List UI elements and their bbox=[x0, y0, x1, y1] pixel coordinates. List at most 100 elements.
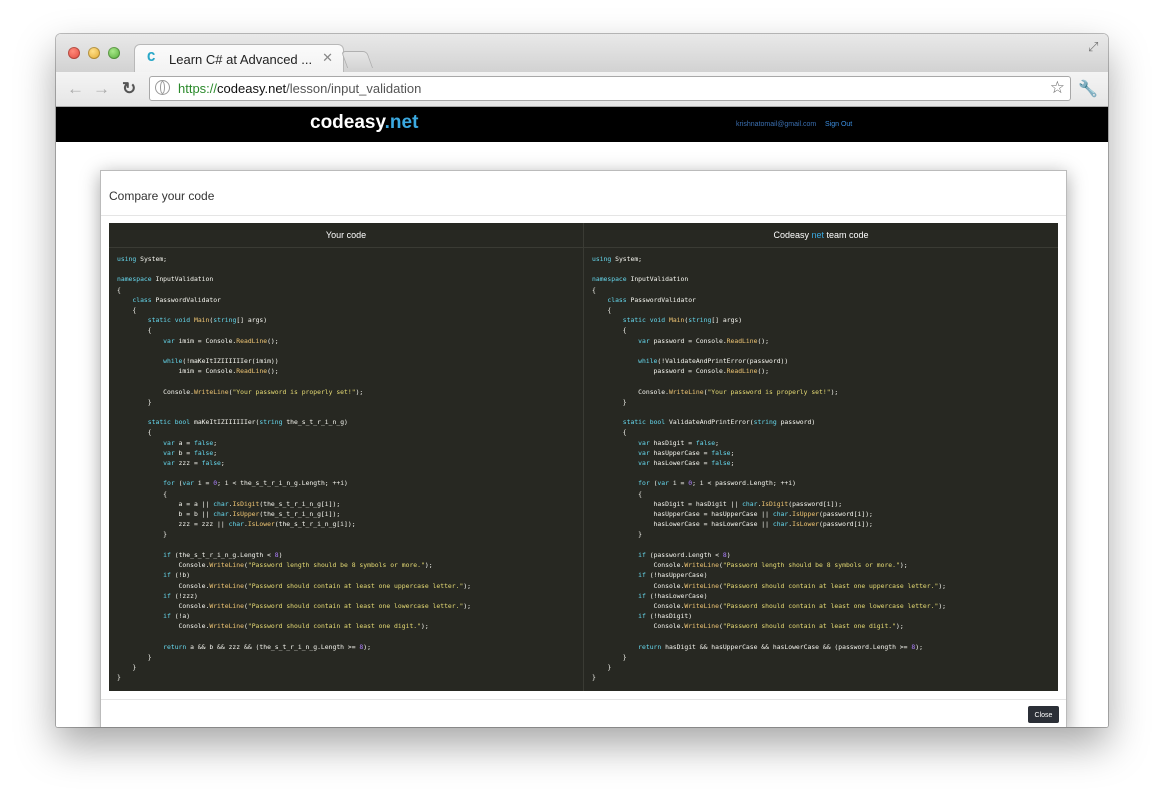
sign-out-link[interactable]: Sign Out bbox=[825, 121, 852, 128]
reload-icon[interactable]: ↻ bbox=[122, 79, 136, 99]
code-line: Console.WriteLine("Password should conta… bbox=[117, 601, 472, 610]
browser-tab[interactable]: C Learn C# at Advanced ... ✕ bbox=[134, 44, 344, 73]
code-line: { bbox=[592, 326, 627, 335]
site-header: codeasy.net krishnatomail@gmail.com Sign… bbox=[56, 107, 1108, 142]
code-line: password = Console.ReadLine(); bbox=[592, 367, 769, 376]
code-line: namespace InputValidation bbox=[592, 275, 689, 284]
code-line: } bbox=[592, 530, 643, 539]
logo-accent: .net bbox=[384, 112, 419, 133]
code-line: var hasDigit = false; bbox=[638, 438, 719, 447]
code-line: return hasDigit && hasUpperCase && hasLo… bbox=[638, 642, 923, 651]
code-line: Console.WriteLine("Password should conta… bbox=[592, 581, 947, 590]
code-line: } bbox=[592, 663, 612, 672]
code-line: using System; bbox=[117, 255, 168, 263]
code-line: var hasUpperCase = false; bbox=[638, 448, 735, 457]
code-line: static void Main(string[] args) bbox=[147, 316, 268, 325]
code-line: while(!maKeItIZIIIIIIer(imim)) bbox=[163, 357, 279, 366]
code-line: } bbox=[592, 673, 596, 682]
code-line: Console.WriteLine("Your password is prop… bbox=[592, 387, 839, 396]
fullscreen-icon[interactable]: ⤢ bbox=[1088, 39, 1102, 54]
code-line: var imim = Console.ReadLine(); bbox=[163, 336, 279, 345]
code-line: a = a || char.IsDigit(the_s_t_r_i_n_g[i]… bbox=[117, 499, 341, 508]
forward-arrow-icon[interactable]: → bbox=[93, 79, 110, 99]
code-line: for (var i = 0; i < password.Length; ++i… bbox=[638, 479, 796, 488]
url-text: https://codeasy.net/lesson/input_validat… bbox=[178, 81, 421, 96]
code-line: class PasswordValidator bbox=[607, 295, 696, 304]
code-line: zzz = zzz || char.IsLower(the_s_t_r_i_n_… bbox=[117, 520, 356, 529]
code-line: using System; bbox=[592, 255, 643, 263]
logo-main: codeasy bbox=[310, 112, 385, 133]
site-logo[interactable]: codeasy.net bbox=[310, 112, 418, 134]
code-line: if (!a) bbox=[163, 612, 191, 621]
team-code-column: Codeasy net team code using System; name… bbox=[584, 223, 1058, 691]
code-line: } bbox=[592, 397, 627, 406]
code-comparison-panel: Your code using System; namespace InputV… bbox=[109, 223, 1058, 691]
divider bbox=[101, 215, 1066, 216]
url-host: codeasy.net bbox=[217, 81, 287, 96]
divider bbox=[101, 699, 1066, 700]
team-header-net: net bbox=[811, 230, 824, 240]
favicon-icon: C bbox=[147, 50, 156, 66]
code-line: { bbox=[117, 428, 152, 437]
code-line: { bbox=[592, 306, 612, 315]
code-line: { bbox=[117, 489, 168, 498]
close-button[interactable]: Close bbox=[1028, 706, 1059, 723]
code-line: imim = Console.ReadLine(); bbox=[117, 367, 279, 376]
code-line: Console.WriteLine("Your password is prop… bbox=[117, 387, 364, 396]
modal-title: Compare your code bbox=[109, 189, 215, 203]
code-line: var a = false; bbox=[163, 438, 218, 447]
back-arrow-icon[interactable]: ← bbox=[67, 79, 84, 99]
code-line: } bbox=[117, 397, 152, 406]
code-line: for (var i = 0; i < the_s_t_r_i_n_g.Leng… bbox=[163, 479, 348, 488]
code-line: } bbox=[117, 673, 121, 682]
your-code-column: Your code using System; namespace InputV… bbox=[109, 223, 584, 691]
code-line: return a && b && zzz && (the_s_t_r_i_n_g… bbox=[163, 642, 371, 651]
browser-toolbar: ← → ↻ https://codeasy.net/lesson/input_v… bbox=[56, 72, 1108, 107]
code-line: Console.WriteLine("Password length shoul… bbox=[117, 561, 433, 570]
code-line: Console.WriteLine("Password should conta… bbox=[592, 622, 904, 631]
code-line: } bbox=[592, 652, 627, 661]
url-scheme: https:// bbox=[178, 81, 218, 96]
code-line: var b = false; bbox=[163, 448, 218, 457]
code-line: if (!hasLowerCase) bbox=[638, 591, 708, 600]
code-line: class PasswordValidator bbox=[132, 295, 221, 304]
code-line: Console.WriteLine("Password should conta… bbox=[117, 622, 429, 631]
code-line: } bbox=[117, 663, 137, 672]
close-window-icon[interactable] bbox=[68, 47, 80, 59]
code-line: { bbox=[117, 285, 121, 294]
code-line: if (!zzz) bbox=[163, 591, 198, 600]
address-bar[interactable]: https://codeasy.net/lesson/input_validat… bbox=[149, 76, 1071, 101]
wrench-icon[interactable]: 🔧 bbox=[1078, 79, 1098, 99]
tab-title: Learn C# at Advanced ... bbox=[169, 52, 313, 67]
new-tab-button[interactable] bbox=[340, 51, 374, 68]
url-path: /lesson/input_validation bbox=[286, 81, 422, 96]
browser-window: C Learn C# at Advanced ... ✕ ⤢ ← → ↻ htt… bbox=[56, 34, 1108, 727]
code-line: if (!hasUpperCase) bbox=[638, 571, 708, 580]
code-line: var hasLowerCase = false; bbox=[638, 459, 735, 468]
globe-icon bbox=[155, 80, 170, 95]
compare-code-modal: Compare your code Your code using System… bbox=[100, 170, 1067, 727]
code-line: static bool ValidateAndPrintError(string… bbox=[622, 418, 816, 427]
user-email-link[interactable]: krishnatomail@gmail.com bbox=[736, 121, 816, 128]
code-line: b = b || char.IsUpper(the_s_t_r_i_n_g[i]… bbox=[117, 510, 341, 519]
team-header-prefix: Codeasy bbox=[773, 230, 812, 240]
team-code-block: using System; namespace InputValidation … bbox=[584, 248, 1058, 683]
code-line: hasDigit = hasDigit || char.IsDigit(pass… bbox=[592, 499, 843, 508]
minimize-window-icon[interactable] bbox=[88, 47, 100, 59]
your-code-block: using System; namespace InputValidation … bbox=[109, 248, 583, 683]
code-line: Console.WriteLine("Password should conta… bbox=[117, 581, 472, 590]
code-line: var password = Console.ReadLine(); bbox=[638, 336, 769, 345]
code-line: { bbox=[592, 428, 627, 437]
code-line: } bbox=[117, 652, 152, 661]
code-line: namespace InputValidation bbox=[117, 275, 214, 284]
tab-close-icon[interactable]: ✕ bbox=[322, 50, 333, 66]
team-code-header: Codeasy net team code bbox=[584, 223, 1058, 248]
bookmark-star-icon[interactable]: ☆ bbox=[1050, 78, 1065, 98]
code-line: static bool maKeItIZIIIIIIer(string the_… bbox=[147, 418, 348, 427]
code-line: if (!b) bbox=[163, 571, 191, 580]
your-code-header: Your code bbox=[109, 223, 583, 248]
zoom-window-icon[interactable] bbox=[108, 47, 120, 59]
code-line: var zzz = false; bbox=[163, 459, 225, 468]
code-line: hasLowerCase = hasLowerCase || char.IsLo… bbox=[592, 520, 873, 529]
code-line: { bbox=[592, 285, 596, 294]
